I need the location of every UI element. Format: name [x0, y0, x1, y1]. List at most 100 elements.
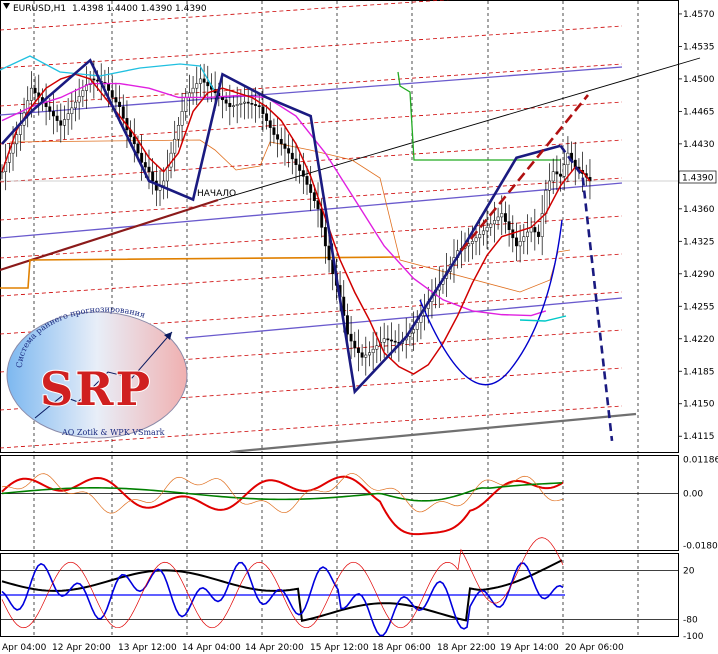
- osc2-tick-label: -80: [683, 616, 698, 626]
- time-tick-label: 14 Apr 04:00: [182, 643, 241, 653]
- candle-body: [206, 82, 210, 87]
- candle-body: [254, 104, 258, 106]
- osc2-tick-label: -100: [683, 632, 704, 642]
- price-tick-label: 1.4360: [683, 205, 715, 215]
- candle-body: [202, 78, 206, 83]
- time-tick-label: Apr 04:00: [2, 643, 47, 653]
- candle-body: [522, 236, 526, 242]
- candle-body: [559, 173, 563, 177]
- candle-body: [555, 171, 559, 175]
- candle-body: [92, 78, 96, 81]
- candle-body: [485, 227, 489, 232]
- candle-body: [114, 97, 118, 103]
- candle-body: [415, 322, 419, 330]
- candle-body: [169, 152, 173, 168]
- price-tick-label: 1.4150: [683, 400, 715, 410]
- candle-body: [562, 164, 566, 177]
- candle-body: [537, 231, 540, 237]
- candle-body: [0, 171, 4, 173]
- price-tick-label: 1.4430: [683, 140, 715, 150]
- candle-body: [279, 138, 283, 145]
- candle-body: [312, 192, 316, 201]
- candle-body: [309, 184, 313, 193]
- symbol-label: EURUSD,H1: [13, 4, 66, 14]
- candle-body: [474, 237, 478, 242]
- candle-body: [526, 231, 529, 237]
- candle-body: [33, 87, 37, 94]
- candle-body: [390, 339, 393, 342]
- candle-body: [375, 345, 379, 350]
- candle-body: [261, 106, 265, 114]
- candle-body: [316, 200, 320, 210]
- candle-body: [478, 234, 482, 239]
- osc1-tick-label: 0.00: [683, 490, 703, 500]
- candle-body: [323, 227, 327, 247]
- candle-body: [386, 338, 390, 341]
- candle-body: [298, 164, 302, 171]
- price-tick-label: 1.4255: [683, 302, 715, 312]
- candle-body: [481, 230, 485, 235]
- candle-body: [176, 125, 180, 140]
- price-tick-label: 1.4500: [683, 75, 715, 85]
- candle-body: [470, 241, 474, 244]
- candle-body: [140, 152, 144, 163]
- candle-body: [96, 79, 99, 82]
- time-tick-label: 12 Apr 20:00: [52, 643, 111, 653]
- candle-body: [301, 170, 305, 177]
- candle-body: [327, 245, 331, 261]
- candle-body: [15, 134, 19, 145]
- candle-body: [353, 340, 357, 349]
- price-tick-label: 1.4465: [683, 107, 715, 117]
- logo-bottom-text: AO Zotik & WPK VSmark: [61, 428, 165, 437]
- candle-body: [121, 106, 125, 119]
- candle-body: [147, 166, 151, 172]
- candle-body: [246, 101, 250, 104]
- price-tick-label: 1.4570: [683, 10, 715, 20]
- candle-body: [500, 213, 504, 218]
- candle-body: [503, 213, 507, 222]
- current-price-value: 1.4390: [682, 174, 714, 184]
- candle-body: [515, 237, 518, 247]
- candle-body: [191, 87, 195, 94]
- candle-body: [489, 223, 493, 228]
- candle-body: [110, 90, 114, 98]
- candle-body: [173, 138, 177, 154]
- candle-body: [11, 143, 15, 154]
- time-tick-label: 13 Apr 12:00: [118, 643, 177, 653]
- candle-body: [63, 119, 66, 126]
- candle-body: [180, 111, 184, 126]
- time-axis: Apr 04:00 12 Apr 20:00 13 Apr 12:00 14 Apr …: [2, 643, 624, 653]
- candle-body: [136, 143, 140, 154]
- candle-body: [290, 152, 294, 160]
- candle-body: [51, 111, 55, 117]
- candle-body: [412, 329, 416, 334]
- candle-body: [349, 333, 353, 342]
- candle-body: [294, 158, 298, 165]
- candle-body: [268, 120, 272, 128]
- candle-body: [548, 180, 551, 191]
- candle-body: [235, 104, 239, 106]
- candle-body: [364, 354, 368, 358]
- time-tick-label: 14 Apr 20:00: [245, 643, 304, 653]
- price-tick-label: 1.4290: [683, 270, 715, 280]
- osc2-tick-label: 20: [683, 566, 695, 576]
- candle-body: [287, 148, 291, 154]
- candle-body: [198, 78, 202, 84]
- time-tick-label: 20 Apr 06:00: [565, 643, 624, 653]
- candle-body: [371, 348, 375, 353]
- candle-body: [59, 120, 63, 126]
- candle-body: [276, 134, 280, 140]
- candle-body: [132, 136, 136, 145]
- candle-body: [107, 83, 111, 91]
- time-tick-label: 19 Apr 14:00: [500, 643, 559, 653]
- candle-body: [492, 220, 496, 225]
- candle-body: [77, 96, 81, 103]
- candle-body: [151, 171, 155, 182]
- candle-body: [507, 221, 511, 230]
- candle-body: [265, 113, 269, 121]
- current-price-tag: 1.4390: [678, 170, 717, 184]
- candle-body: [162, 180, 166, 186]
- candle-body: [257, 105, 261, 107]
- wave-start-annotation: НАЧАЛО: [197, 189, 236, 199]
- price-tick-label: 1.4115: [683, 432, 715, 442]
